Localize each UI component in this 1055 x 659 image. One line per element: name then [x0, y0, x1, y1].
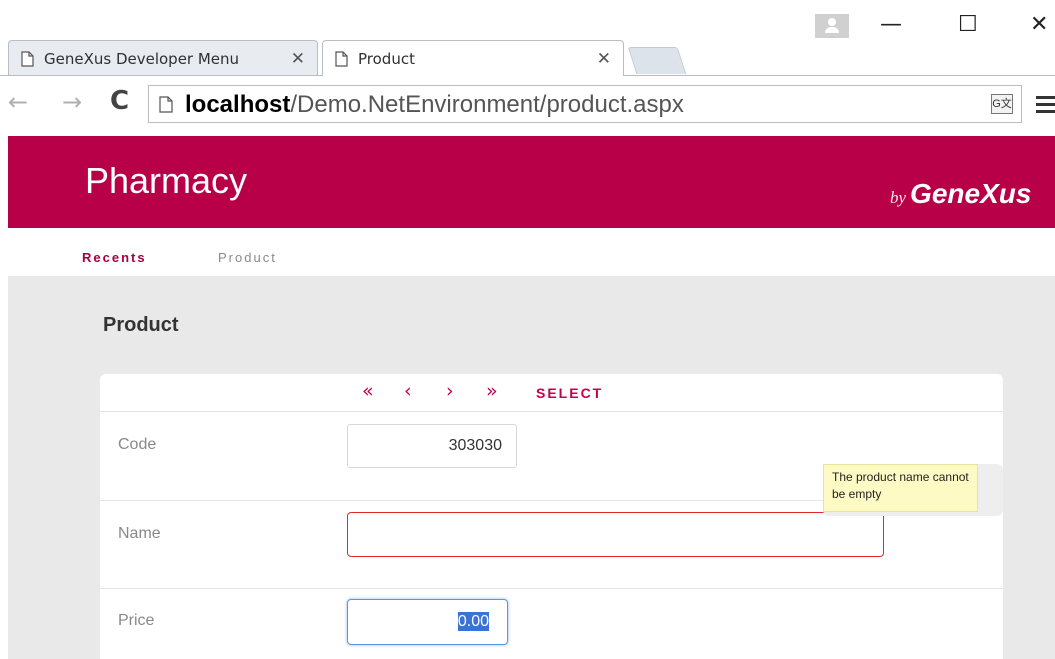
pager-toolbar: « ‹ › » SELECT: [100, 374, 1003, 412]
browser-window: GeneXus Developer Menu ✕ Product ✕ — ☐ ✕…: [0, 0, 1055, 659]
price-label: Price: [118, 612, 155, 629]
tab-strip: GeneXus Developer Menu ✕ Product ✕ — ☐ ✕: [0, 0, 1055, 80]
url-text: localhost/Demo.NetEnvironment/product.as…: [185, 91, 684, 119]
previous-record-button[interactable]: ‹: [404, 380, 412, 402]
price-field[interactable]: 0.00: [347, 599, 508, 645]
close-icon[interactable]: ✕: [597, 49, 611, 69]
tab-genexus-developer-menu[interactable]: GeneXus Developer Menu ✕: [8, 40, 318, 76]
reload-button[interactable]: C: [110, 86, 129, 116]
error-message: The product name cannot be empty: [823, 464, 978, 512]
user-profile-icon[interactable]: [815, 14, 849, 38]
document-icon: [335, 50, 348, 67]
menu-icon[interactable]: [1036, 96, 1055, 114]
close-window-button[interactable]: ✕: [1030, 12, 1048, 37]
code-label: Code: [118, 436, 157, 453]
back-button[interactable]: ←: [8, 88, 28, 116]
error-tooltip: The product name cannot be empty: [823, 464, 1003, 516]
name-label: Name: [118, 525, 161, 542]
name-field[interactable]: [347, 512, 884, 557]
document-icon: [159, 96, 173, 113]
next-record-button[interactable]: ›: [446, 380, 454, 402]
translate-icon[interactable]: G文: [991, 94, 1013, 114]
nav-item-recents[interactable]: Recents: [82, 250, 147, 265]
brand-logo: by GeneXus: [890, 178, 1031, 210]
brand-by: by: [890, 188, 907, 207]
tab-label: Product: [358, 49, 415, 68]
first-record-button[interactable]: «: [362, 380, 374, 402]
tab-product[interactable]: Product ✕: [322, 40, 624, 76]
breadcrumb: Recents Product: [8, 228, 1055, 276]
code-field[interactable]: 303030: [347, 424, 517, 468]
document-icon: [21, 50, 34, 67]
divider: [100, 588, 1003, 589]
nav-item-product[interactable]: Product: [218, 250, 277, 265]
close-icon[interactable]: ✕: [291, 49, 305, 69]
product-form: « ‹ › » SELECT Code 303030 Name Price 0.…: [100, 374, 1003, 659]
app-title: Pharmacy: [85, 160, 248, 201]
brand-name: GeneXus: [910, 178, 1032, 209]
new-tab-button[interactable]: [627, 47, 687, 74]
maximize-button[interactable]: ☐: [958, 12, 978, 37]
select-button[interactable]: SELECT: [536, 385, 603, 401]
app-header: Pharmacy by GeneXus: [8, 136, 1055, 228]
minimize-button[interactable]: —: [880, 12, 902, 37]
browser-toolbar: ← → C localhost/Demo.NetEnvironment/prod…: [0, 76, 1055, 136]
tab-label: GeneXus Developer Menu: [44, 49, 240, 68]
last-record-button[interactable]: »: [486, 380, 498, 402]
price-value: 0.00: [457, 612, 489, 631]
page-title: Product: [103, 314, 179, 336]
url-path: /Demo.NetEnvironment/product.aspx: [290, 91, 684, 118]
address-bar[interactable]: localhost/Demo.NetEnvironment/product.as…: [148, 85, 1022, 123]
forward-button[interactable]: →: [62, 88, 82, 116]
url-host: localhost: [185, 91, 291, 118]
